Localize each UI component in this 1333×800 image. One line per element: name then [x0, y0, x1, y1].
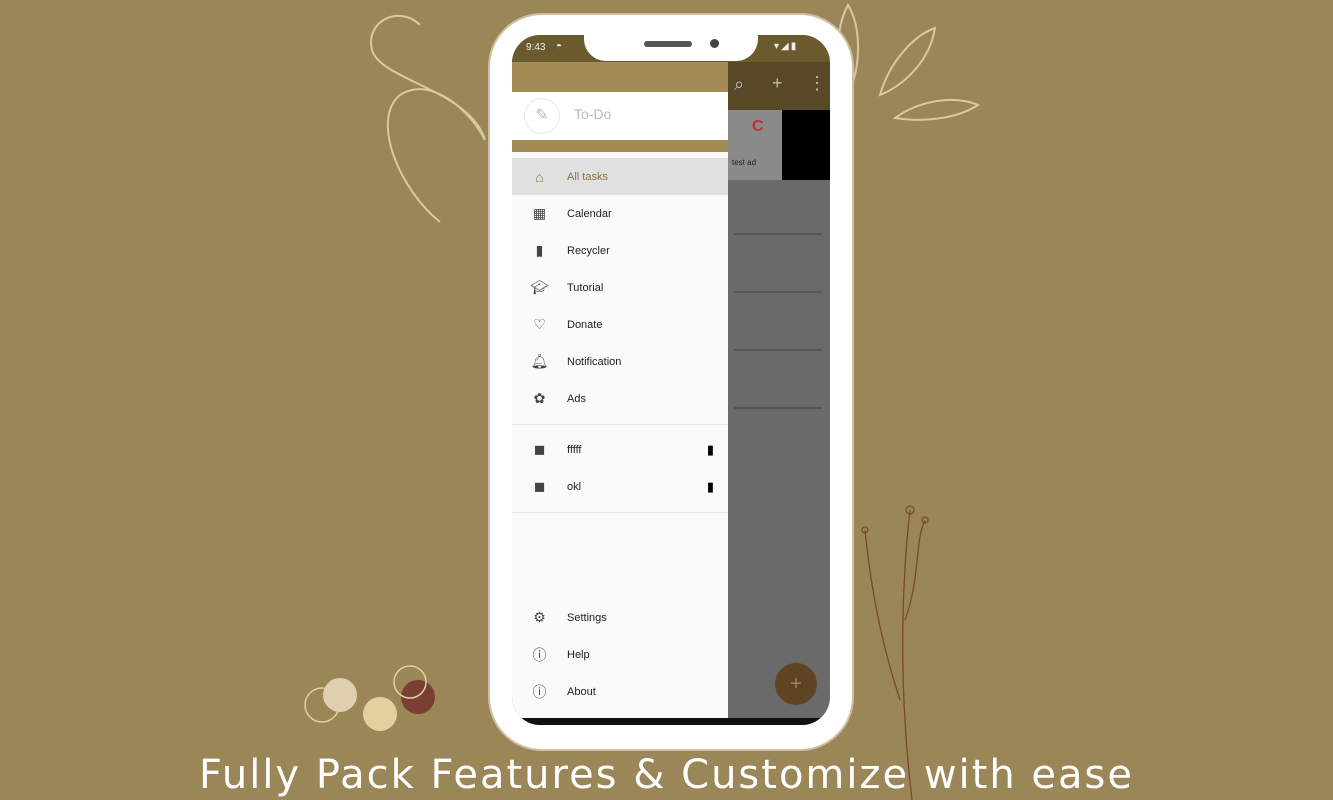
ad-text: test ad	[732, 158, 757, 167]
ads-icon: ✿	[533, 390, 546, 406]
donate-hand-icon: ♡	[533, 316, 546, 332]
label-tag-icon: ◼	[533, 441, 546, 457]
drawer-item-calendar[interactable]: ▦ Calendar	[512, 195, 728, 232]
drawer-item-label: Donate	[567, 318, 603, 331]
app-title: To-Do	[574, 106, 612, 122]
drawer-item-label: Help	[567, 648, 590, 661]
ad-image	[782, 110, 830, 180]
drawer-item-settings[interactable]: ⚙ Settings	[512, 599, 728, 636]
drawer-item-notification[interactable]: 🔔︎ Notification	[512, 343, 728, 380]
notepad-icon: ✎	[524, 98, 560, 134]
task-divider	[734, 349, 822, 351]
notch	[584, 35, 758, 61]
status-time: 9:43	[526, 42, 546, 53]
drawer-label-okl[interactable]: ◼ okl ▮	[512, 468, 728, 505]
drawer-item-donate[interactable]: ♡ Donate	[512, 306, 728, 343]
camera	[710, 39, 719, 48]
sync-icon: ◓	[556, 41, 563, 52]
drawer-item-label: fffff	[567, 443, 582, 456]
plus-icon[interactable]: +	[772, 73, 783, 94]
gear-icon: ⚙	[533, 609, 546, 625]
delete-label-icon[interactable]: ▮	[707, 442, 714, 458]
trash-icon: ▮	[535, 242, 544, 258]
graduation-cap-icon: 🎓︎	[530, 279, 549, 295]
task-divider	[734, 407, 822, 409]
add-task-fab[interactable]: +	[775, 663, 817, 705]
drawer-item-label: okl	[567, 480, 582, 493]
speaker	[644, 41, 692, 47]
task-divider	[734, 291, 822, 293]
task-divider	[734, 233, 822, 235]
more-vert-icon[interactable]: ⋮	[808, 73, 826, 94]
phone-screen: 9:43 ◓ ▾◢▮ ⌕ + ⋮ C test ad + ✎ To-Do ⌂ Al…	[512, 35, 830, 725]
drawer-label-fffff[interactable]: ◼ fffff ▮	[512, 431, 728, 468]
navigation-drawer: ✎ To-Do ⌂ All tasks ▦ Calendar ▮ Recycler 🎓…	[512, 62, 728, 725]
drawer-item-label: Calendar	[567, 207, 612, 220]
label-tag-icon: ◼	[533, 478, 546, 494]
drawer-item-label: Notification	[567, 355, 622, 368]
drawer-item-label: Recycler	[567, 244, 610, 257]
drawer-item-label: All tasks	[567, 170, 608, 183]
promo-caption: Fully Pack Features & Customize with eas…	[199, 752, 1134, 798]
drawer-item-ads[interactable]: ✿ Ads	[512, 380, 728, 417]
info-icon: ⓘ	[532, 683, 547, 700]
drawer-header-band	[512, 62, 728, 92]
drawer-item-tutorial[interactable]: 🎓︎ Tutorial	[512, 269, 728, 306]
drawer-header-band	[512, 140, 728, 152]
drawer-header: ✎ To-Do	[512, 92, 728, 140]
signal-battery-icon: ▾◢▮	[774, 41, 799, 52]
app-toolbar: ⌕ + ⋮	[728, 62, 830, 110]
status-bar: 9:43 ◓ ▾◢▮	[512, 35, 830, 62]
ad-logo-icon: C	[752, 118, 764, 135]
delete-label-icon[interactable]: ▮	[707, 479, 714, 495]
drawer-divider	[512, 424, 728, 425]
drawer-item-recycler[interactable]: ▮ Recycler	[512, 232, 728, 269]
bell-icon: 🔔︎	[530, 353, 549, 369]
help-circle-icon: ⓘ	[532, 646, 547, 663]
drawer-item-label: Tutorial	[567, 281, 604, 294]
home-icon: ⌂	[535, 168, 544, 185]
drawer-item-label: Settings	[567, 611, 607, 624]
drawer-item-label: Ads	[567, 392, 586, 405]
drawer-item-label: About	[567, 685, 596, 698]
search-icon[interactable]: ⌕	[734, 74, 744, 95]
drawer-item-all-tasks[interactable]: ⌂ All tasks	[512, 158, 728, 195]
drawer-item-help[interactable]: ⓘ Help	[512, 636, 728, 673]
drawer-divider	[512, 512, 728, 513]
calendar-icon: ▦	[532, 205, 547, 221]
system-nav-bar	[512, 718, 830, 725]
drawer-item-about[interactable]: ⓘ About	[512, 673, 728, 710]
